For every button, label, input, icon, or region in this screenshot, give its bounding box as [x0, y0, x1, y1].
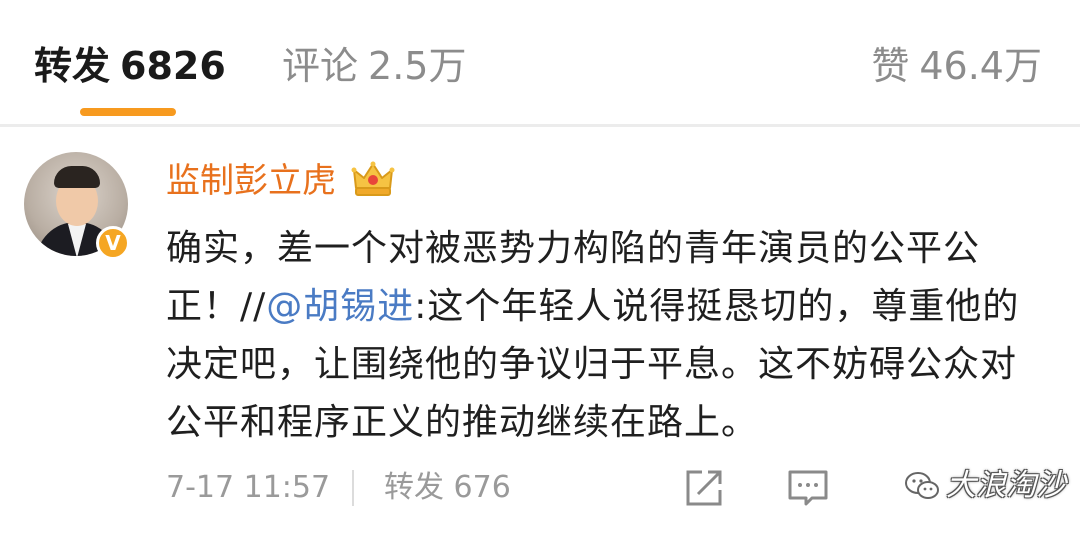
- post-timestamp: 7-17 11:57: [166, 470, 331, 505]
- tab-repost[interactable]: 转发 6826: [34, 40, 226, 92]
- tab-like-label: 赞: [871, 44, 910, 88]
- post-content: 确实，差一个对被恶势力构陷的青年演员的公平公正！//@胡锡进:这个年轻人说得挺恳…: [166, 220, 1046, 452]
- share-icon[interactable]: [682, 466, 726, 510]
- verified-badge-icon: V: [96, 226, 130, 260]
- tab-bar: 转发 6826 评论 2.5万 赞 46.4万: [0, 0, 1080, 122]
- meta-divider: [352, 470, 354, 506]
- watermark: 大浪淘沙: [904, 466, 1066, 506]
- tab-like-count: 46.4万: [919, 44, 1042, 88]
- watermark-text: 大浪淘沙: [946, 468, 1066, 503]
- repost-count[interactable]: 转发 676: [384, 468, 511, 508]
- divider: [0, 124, 1080, 127]
- tab-like[interactable]: 赞 46.4万: [871, 40, 1042, 92]
- tab-comment-label: 评论: [282, 44, 359, 88]
- mention-link[interactable]: @胡锡进: [266, 286, 414, 327]
- tab-comment[interactable]: 评论 2.5万: [282, 40, 466, 92]
- avatar[interactable]: V: [24, 152, 132, 260]
- active-tab-indicator: [80, 108, 176, 116]
- tab-repost-label: 转发: [34, 44, 111, 88]
- comment-icon[interactable]: [786, 466, 830, 510]
- crown-icon: [351, 161, 395, 196]
- wechat-icon: [905, 472, 939, 499]
- tab-repost-count: 6826: [120, 44, 226, 88]
- tab-comment-count: 2.5万: [368, 44, 467, 88]
- username[interactable]: 监制彭立虎: [166, 157, 336, 205]
